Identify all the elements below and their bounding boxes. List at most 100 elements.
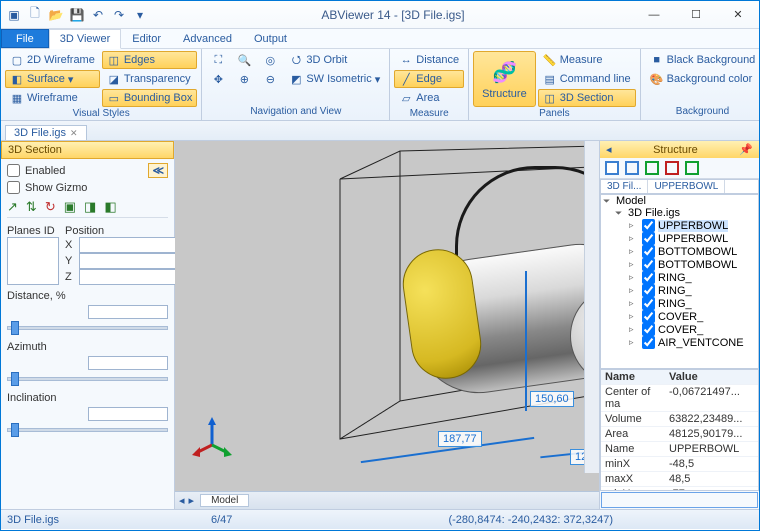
section-panel-header[interactable]: 3D Section (1, 141, 174, 159)
plane-top-icon[interactable]: ◧ (104, 199, 116, 215)
slider-distance[interactable] (7, 326, 168, 330)
app-icon[interactable]: ▣ (5, 6, 23, 24)
tree-item[interactable]: ▹RING_ (601, 284, 758, 297)
tree-item[interactable]: ▹AIR_VENTCONE (601, 336, 758, 349)
btn-views-more[interactable]: ◎ (258, 51, 282, 69)
tree-item[interactable]: ▹BOTTOMBOWL (601, 245, 758, 258)
bbox-icon: ▭ (107, 91, 121, 105)
maximize-button[interactable]: ☐ (675, 4, 717, 26)
chk-enabled[interactable]: Enabled≪ (7, 163, 168, 178)
btn-zoom-in[interactable]: ⊕ (232, 70, 256, 88)
property-row[interactable]: Volume63822,23489... (601, 412, 758, 427)
tab-output[interactable]: Output (243, 29, 298, 48)
tab-3d-viewer[interactable]: 3D Viewer (49, 29, 122, 49)
model-tab[interactable]: Model (200, 494, 249, 507)
view-grid-icon[interactable] (625, 161, 639, 175)
zoom-in-icon: ⊕ (237, 72, 251, 86)
structure-tree[interactable]: ⏷Model ⏷3D File.igs ▹UPPERBOWL▹UPPERBOWL… (600, 194, 759, 369)
new-icon[interactable]: 🗋 (26, 6, 44, 24)
input-azimuth[interactable] (88, 356, 168, 370)
dim-line-c (525, 271, 527, 411)
structure-header[interactable]: ◂Structure📌 (600, 141, 759, 158)
planes-list[interactable] (7, 237, 59, 285)
btn-zoom-out[interactable]: ⊖ (258, 70, 282, 88)
slider-azimuth[interactable] (7, 377, 168, 381)
plane-front-icon[interactable]: ▣ (64, 199, 76, 215)
open-icon[interactable]: 📂 (47, 6, 65, 24)
btn-zoom-window[interactable]: 🔍 (232, 51, 256, 69)
btn-surface[interactable]: ◧Surface ▾ (5, 70, 100, 88)
tree-item[interactable]: ▹COVER_ (601, 310, 758, 323)
property-row[interactable]: Area48125,90179... (601, 427, 758, 442)
property-row[interactable]: NameUPPERBOWL (601, 442, 758, 457)
tree-item[interactable]: ▹UPPERBOWL (601, 232, 758, 245)
btn-3d-section-panel[interactable]: ◫3D Section (538, 89, 636, 107)
btn-command-line[interactable]: ▤Command line (538, 70, 636, 88)
undo-icon[interactable]: ↶ (89, 6, 107, 24)
input-distance[interactable] (88, 305, 168, 319)
tab-next-icon[interactable]: ▸ (189, 494, 195, 507)
property-row[interactable]: minX-48,5 (601, 457, 758, 472)
group-label: Visual Styles (5, 107, 197, 120)
tree-item[interactable]: ▹COVER_ (601, 323, 758, 336)
tab-advanced[interactable]: Advanced (172, 29, 243, 48)
slider-inclination[interactable] (7, 428, 168, 432)
tab-prev-icon[interactable]: ◂ (179, 494, 185, 507)
properties-grid[interactable]: NameValue Center of ma-0,06721497...Volu… (600, 369, 759, 491)
chevron-down-icon: ▾ (68, 73, 74, 86)
tab-editor[interactable]: Editor (121, 29, 172, 48)
tree-item[interactable]: ▹UPPERBOWL (601, 219, 758, 232)
breadcrumb[interactable]: 3D Fil...UPPERBOWL (600, 179, 759, 194)
plane-flip-icon[interactable]: ⇅ (26, 199, 37, 215)
pin-icon[interactable]: 📌 (739, 143, 753, 156)
chk-show-gizmo[interactable]: Show Gizmo (7, 181, 168, 194)
plane-side-icon[interactable]: ◨ (84, 199, 96, 215)
btn-2d-wireframe[interactable]: ▢2D Wireframe (5, 51, 100, 69)
tree-item[interactable]: ▹RING_ (601, 271, 758, 284)
view-tree-icon[interactable] (605, 161, 619, 175)
redo-icon[interactable]: ↷ (110, 6, 128, 24)
qat-dropdown-icon[interactable]: ▾ (131, 6, 149, 24)
btn-structure-panel[interactable]: 🧬 Structure (473, 51, 536, 107)
viewport-canvas[interactable]: 187,77 122,50 150,60 (175, 141, 599, 491)
btn-edge[interactable]: ╱Edge (394, 70, 464, 88)
viewport-tabs: ◂ ▸ Model (175, 491, 599, 509)
plane-reset-icon[interactable]: ↻ (45, 199, 56, 215)
btn-3d-orbit[interactable]: ⭯3D Orbit (284, 51, 385, 69)
color-icon: 🎨 (650, 72, 664, 86)
btn-sw-isometric[interactable]: ◩SW Isometric ▾ (284, 70, 385, 88)
save-icon[interactable]: 💾 (68, 6, 86, 24)
isolate-icon[interactable] (685, 161, 699, 175)
tree-item[interactable]: ▹RING_ (601, 297, 758, 310)
close-tab-icon[interactable]: ✕ (70, 128, 78, 139)
btn-distance[interactable]: ↔Distance (394, 51, 464, 69)
viewport: 187,77 122,50 150,60 ◂ ▸ Model (175, 141, 599, 509)
group-background: ■Black Background 🎨Background color Back… (641, 49, 760, 120)
btn-black-background[interactable]: ■Black Background (645, 51, 760, 69)
file-menu[interactable]: File (1, 29, 49, 48)
pan-icon: ✥ (211, 72, 225, 86)
show-icon[interactable] (645, 161, 659, 175)
doc-tab[interactable]: 3D File.igs✕ (5, 125, 87, 140)
btn-area[interactable]: ▱Area (394, 89, 464, 107)
tree-item[interactable]: ▹BOTTOMBOWL (601, 258, 758, 271)
btn-transparency[interactable]: ◪Transparency (102, 70, 198, 88)
btn-measure-panel[interactable]: 📏Measure (538, 51, 636, 69)
btn-zoom-extents[interactable]: ⛶ (206, 51, 230, 69)
minimize-button[interactable]: — (633, 4, 675, 26)
scrollbar-vertical[interactable] (584, 141, 599, 473)
btn-pan[interactable]: ✥ (206, 70, 230, 88)
property-row[interactable]: Center of ma-0,06721497... (601, 385, 758, 412)
plane-add-icon[interactable]: ↗ (7, 199, 18, 215)
command-line-input[interactable] (601, 492, 758, 508)
hide-icon[interactable] (665, 161, 679, 175)
btn-edges[interactable]: ◫Edges (102, 51, 198, 69)
close-button[interactable]: ✕ (717, 4, 759, 26)
property-row[interactable]: minY-77 (601, 487, 758, 491)
btn-wireframe[interactable]: ▦Wireframe (5, 89, 100, 107)
collapse-icon[interactable]: ≪ (148, 163, 168, 178)
input-inclination[interactable] (88, 407, 168, 421)
btn-bounding-box[interactable]: ▭Bounding Box (102, 89, 198, 107)
property-row[interactable]: maxX48,5 (601, 472, 758, 487)
btn-background-color[interactable]: 🎨Background color (645, 70, 760, 88)
